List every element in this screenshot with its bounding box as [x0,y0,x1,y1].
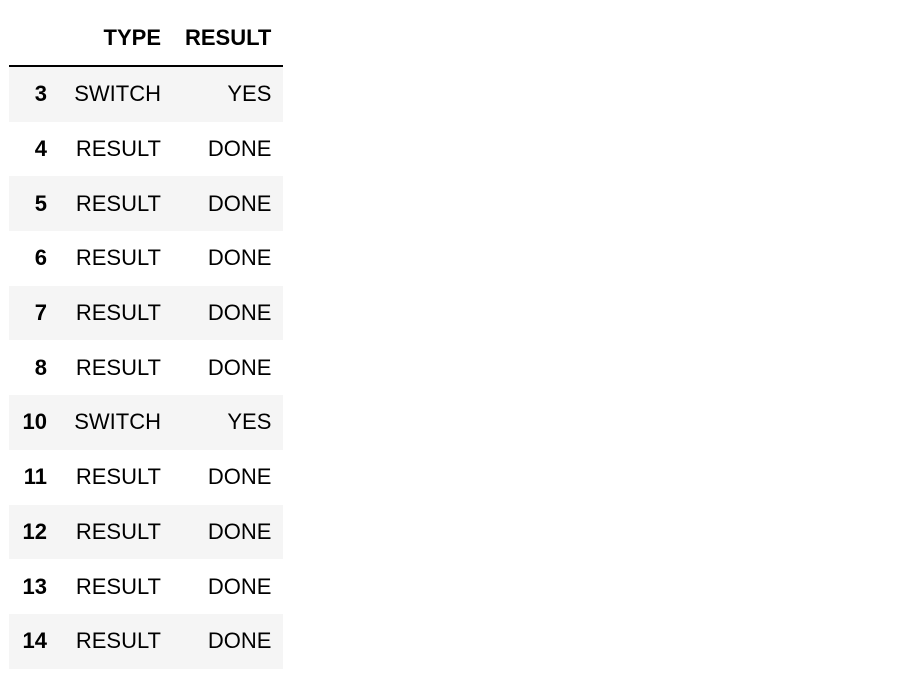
table-row: 13 RESULT DONE [9,559,283,614]
type-header: TYPE [59,10,173,67]
index-cell: 5 [9,176,59,232]
dataframe-table: TYPE RESULT 3 SWITCH YES 4 RESULT DONE 5 RESULT… [9,10,284,669]
result-cell: DONE [207,464,272,490]
index-cell: 7 [9,285,59,341]
result-cell: DONE [207,354,272,380]
result-header: RESULT [173,10,284,67]
result-cell: DONE [173,176,284,232]
result-cell: DONE [173,285,284,341]
index-cell: 4 [34,136,47,162]
index-cell: 14 [9,613,59,669]
result-cell: YES [173,66,284,122]
result-cell: DONE [207,245,272,271]
table-row: 10 SWITCH YES [9,395,284,450]
type-cell: RESULT [75,136,161,162]
type-cell: RESULT [75,464,161,490]
type-cell: SWITCH [59,395,173,450]
index-cell: 11 [23,464,47,490]
type-cell: RESULT [75,245,161,271]
table-row: 7 RESULT DONE [9,285,284,341]
table-row: 6 RESULT DONE [9,231,283,286]
table-row: 14 RESULT DONE [9,613,284,669]
table-row: 5 RESULT DONE [9,176,284,232]
type-cell: RESULT [75,573,161,599]
type-cell: SWITCH [59,66,173,122]
result-cell: YES [173,395,284,450]
index-cell: 6 [34,245,47,271]
type-cell: RESULT [59,176,173,232]
index-cell: 3 [9,66,59,122]
table-row: 11 RESULT DONE [9,450,283,505]
index-cell: 10 [9,395,59,450]
result-cell: DONE [173,613,284,669]
index-cell: 12 [9,504,59,560]
table-row: 8 RESULT DONE [9,340,283,395]
table-row: 4 RESULT DONE [9,122,283,177]
index-header [9,10,59,67]
type-cell: RESULT [75,354,161,380]
index-cell: 8 [34,354,47,380]
header-row: TYPE RESULT [9,10,284,67]
table-row: 3 SWITCH YES [9,66,284,122]
type-cell: RESULT [59,285,173,341]
type-cell: RESULT [59,504,173,560]
result-cell: DONE [207,136,272,162]
index-cell: 13 [22,573,47,599]
table-row: 12 RESULT DONE [9,504,284,560]
result-cell: DONE [173,504,284,560]
type-cell: RESULT [59,613,173,669]
result-cell: DONE [207,573,272,599]
